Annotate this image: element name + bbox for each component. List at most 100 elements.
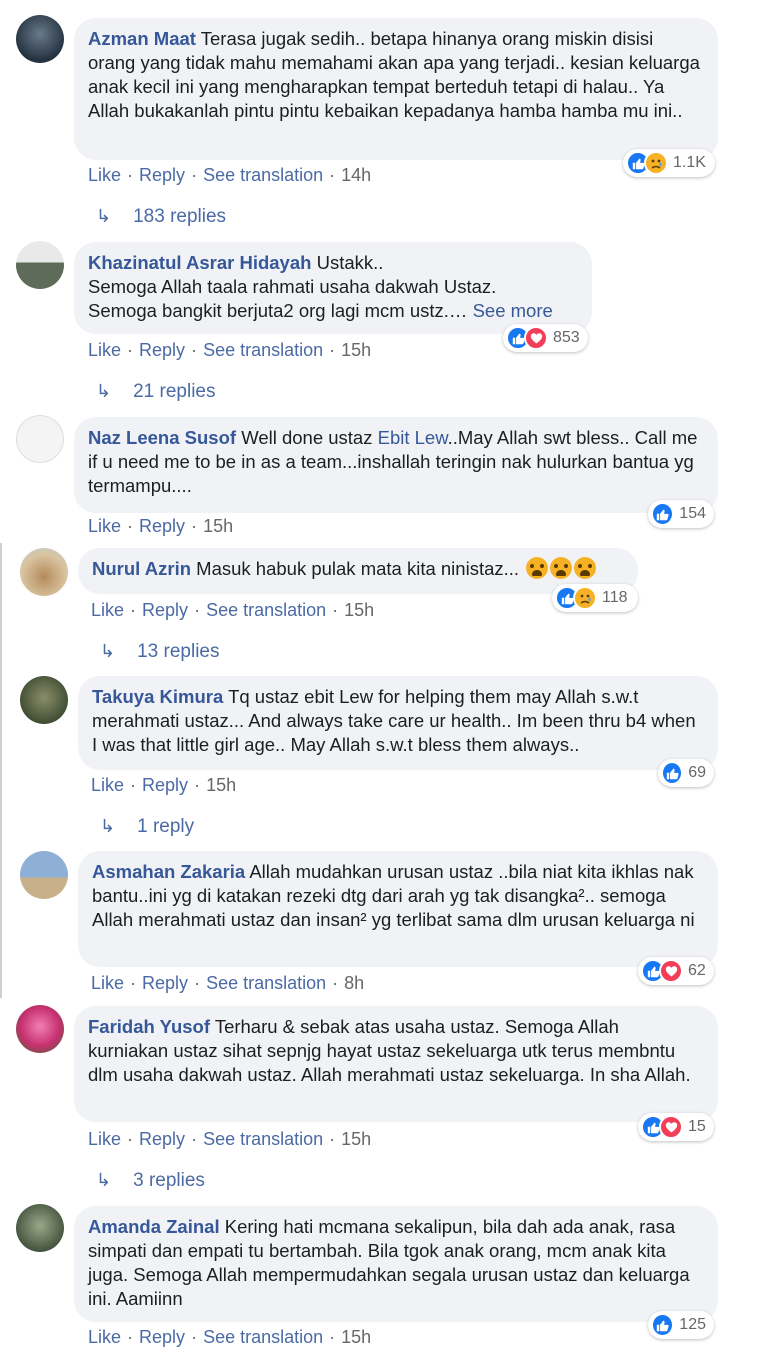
reaction-summary[interactable]: 69	[658, 759, 714, 787]
see-translation-link[interactable]: See translation	[206, 600, 326, 620]
reply-button[interactable]: Reply	[139, 340, 185, 360]
like-button[interactable]: Like	[88, 1129, 121, 1149]
comment-bubble: Asmahan Zakaria Allah mudahkan urusan us…	[78, 851, 718, 967]
comment-author[interactable]: Amanda Zainal	[88, 1216, 220, 1237]
like-button[interactable]: Like	[88, 516, 121, 536]
reply-arrow-icon: ↳	[100, 816, 116, 836]
reply-button[interactable]: Reply	[139, 1327, 185, 1347]
thread-line	[0, 543, 2, 998]
avatar[interactable]	[20, 851, 68, 899]
like-button[interactable]: Like	[88, 340, 121, 360]
like-icon	[661, 761, 684, 785]
reaction-summary[interactable]: 154	[648, 500, 714, 528]
reaction-count: 15	[688, 1118, 706, 1135]
comment-bubble: Nurul Azrin Masuk habuk pulak mata kita …	[78, 548, 638, 594]
view-replies-link[interactable]: ↳ 183 replies	[96, 206, 226, 228]
comment-time[interactable]: 15h	[341, 1129, 371, 1149]
sad-icon	[644, 151, 668, 175]
reply-button[interactable]: Reply	[142, 973, 188, 993]
like-button[interactable]: Like	[91, 973, 124, 993]
see-translation-link[interactable]: See translation	[203, 165, 323, 185]
see-translation-link[interactable]: See translation	[203, 1129, 323, 1149]
reaction-count: 69	[688, 764, 706, 781]
avatar[interactable]	[16, 1204, 64, 1252]
mention-link[interactable]: Ebit Lew	[378, 427, 448, 448]
like-button[interactable]: Like	[91, 600, 124, 620]
comment-author[interactable]: Nurul Azrin	[92, 558, 191, 579]
comment-author[interactable]: Naz Leena Susof	[88, 427, 236, 448]
comment-text: Well done ustaz	[241, 427, 373, 448]
see-more-link[interactable]: See more	[473, 300, 553, 321]
comment-time[interactable]: 15h	[341, 1327, 371, 1347]
view-replies-link[interactable]: ↳ 21 replies	[96, 381, 215, 403]
comment-text: Masuk habuk pulak mata kita ninistaz...	[196, 558, 520, 579]
comment-time[interactable]: 8h	[344, 973, 364, 993]
comment-text: Ustakk..	[316, 252, 384, 273]
avatar[interactable]	[16, 241, 64, 289]
reaction-summary[interactable]: 118	[552, 584, 638, 612]
like-button[interactable]: Like	[91, 775, 124, 795]
comment-author[interactable]: Asmahan Zakaria	[92, 861, 245, 882]
comment-bubble: Takuya Kimura Tq ustaz ebit Lew for help…	[78, 676, 718, 770]
comment-author[interactable]: Faridah Yusof	[88, 1016, 210, 1037]
see-translation-link[interactable]: See translation	[203, 1327, 323, 1347]
reply-arrow-icon: ↳	[96, 381, 112, 401]
comment-time[interactable]: 15h	[203, 516, 233, 536]
reply-button[interactable]: Reply	[139, 165, 185, 185]
comment-time[interactable]: 14h	[341, 165, 371, 185]
view-replies-link[interactable]: ↳ 13 replies	[100, 641, 219, 663]
reply-arrow-icon: ↳	[100, 641, 116, 661]
comment-actions: Like · Reply · See translation · 14h	[88, 165, 372, 185]
crying-emoji-icon	[550, 557, 573, 579]
view-replies-link[interactable]: ↳ 3 replies	[96, 1170, 205, 1192]
like-button[interactable]: Like	[88, 165, 121, 185]
comment-actions: Like · Reply · 15h	[88, 516, 234, 536]
reaction-summary[interactable]: 853	[503, 324, 588, 352]
crying-emoji-icon	[574, 557, 597, 579]
comment-author[interactable]: Azman Maat	[88, 28, 196, 49]
reaction-count: 154	[679, 505, 706, 522]
reaction-summary[interactable]: 15	[638, 1113, 714, 1141]
like-icon	[651, 1313, 675, 1337]
avatar[interactable]	[16, 415, 64, 463]
comment-time[interactable]: 15h	[344, 600, 374, 620]
comment-bubble: Amanda Zainal Kering hati mcmana sekalip…	[74, 1206, 718, 1322]
avatar[interactable]	[20, 676, 68, 724]
comment-actions: Like · Reply · See translation · 15h	[88, 1327, 372, 1347]
reply-button[interactable]: Reply	[142, 600, 188, 620]
like-icon	[651, 502, 675, 526]
comment-time[interactable]: 15h	[341, 340, 371, 360]
view-replies-link[interactable]: ↳ 1 reply	[100, 816, 194, 838]
crying-emoji-icon	[526, 557, 549, 579]
comment-actions: Like · Reply · See translation · 8h	[91, 973, 365, 993]
reply-arrow-icon: ↳	[96, 1170, 112, 1190]
comment-text-line2: Semoga Allah taala rahmati usaha dakwah …	[88, 276, 497, 297]
comment-author[interactable]: Khazinatul Asrar Hidayah	[88, 252, 311, 273]
reaction-count: 118	[602, 589, 628, 606]
reaction-summary[interactable]: 1.1K	[623, 149, 715, 177]
comment-actions: Like · Reply · See translation · 15h	[91, 600, 375, 620]
comment-actions: Like · Reply · See translation · 15h	[88, 340, 372, 360]
reply-button[interactable]: Reply	[139, 1129, 185, 1149]
avatar[interactable]	[16, 1005, 64, 1053]
reaction-summary[interactable]: 62	[638, 957, 714, 985]
reaction-summary[interactable]: 125	[648, 1311, 714, 1339]
see-translation-link[interactable]: See translation	[203, 340, 323, 360]
reply-arrow-icon: ↳	[96, 206, 112, 226]
reply-button[interactable]: Reply	[139, 516, 185, 536]
avatar[interactable]	[16, 15, 64, 63]
comment-bubble: Azman Maat Terasa jugak sedih.. betapa h…	[74, 18, 718, 160]
see-translation-link[interactable]: See translation	[206, 973, 326, 993]
comment-bubble: Khazinatul Asrar Hidayah Ustakk.. Semoga…	[74, 242, 592, 334]
comment-actions: Like · Reply · See translation · 15h	[88, 1129, 372, 1149]
heart-icon	[524, 326, 548, 350]
heart-icon	[659, 1115, 683, 1139]
comment-author[interactable]: Takuya Kimura	[92, 686, 223, 707]
comment-bubble: Naz Leena Susof Well done ustaz Ebit Lew…	[74, 417, 718, 513]
like-button[interactable]: Like	[88, 1327, 121, 1347]
avatar[interactable]	[20, 548, 68, 596]
reaction-count: 1.1K	[673, 154, 706, 171]
comment-bubble: Faridah Yusof Terharu & sebak atas usaha…	[74, 1006, 718, 1122]
reply-button[interactable]: Reply	[142, 775, 188, 795]
comment-time[interactable]: 15h	[206, 775, 236, 795]
